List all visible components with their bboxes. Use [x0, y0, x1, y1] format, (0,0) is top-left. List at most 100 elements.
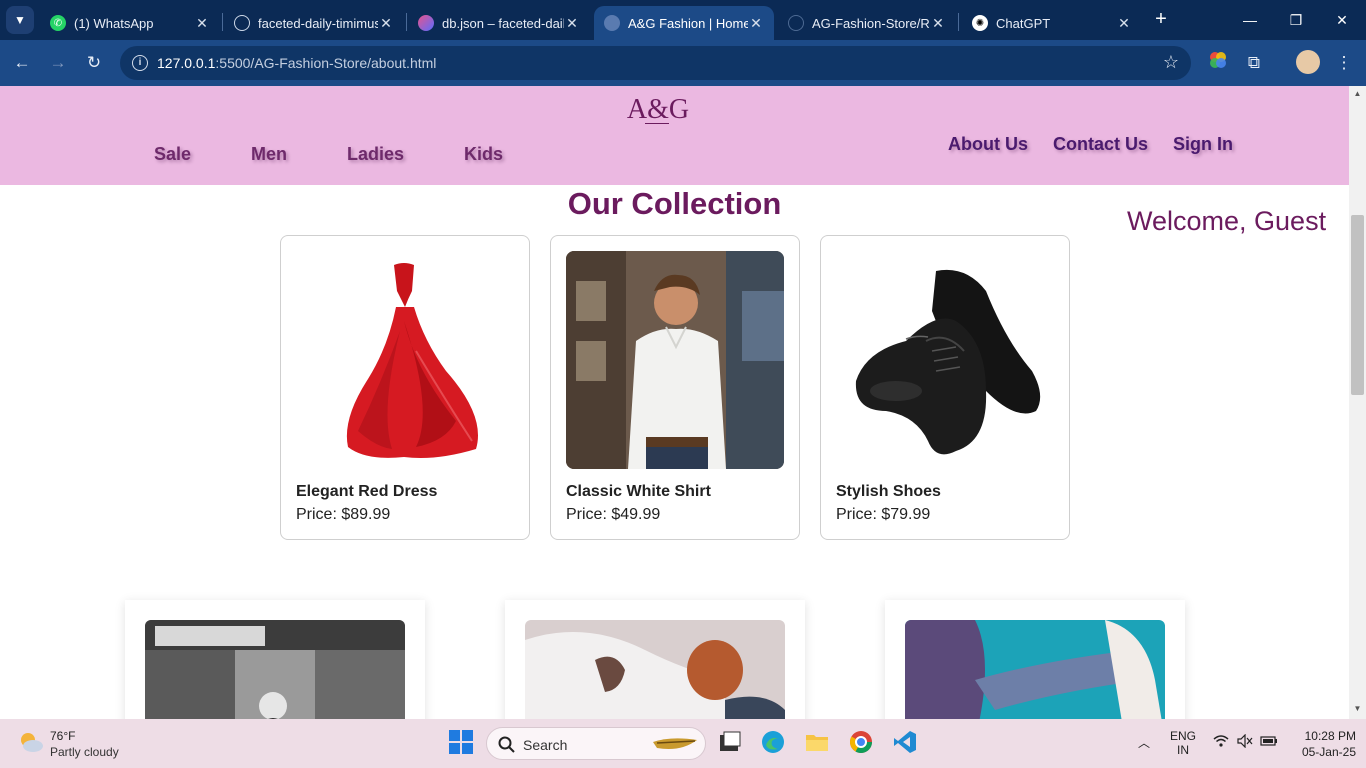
product-card[interactable]: Stylish Shoes Price: $79.99 [820, 235, 1070, 540]
nav-kids[interactable]: Kids [464, 144, 503, 165]
close-icon[interactable]: ✕ [378, 15, 394, 32]
url-text[interactable]: 127.0.0.1:5500/AG-Fashion-Store/about.ht… [157, 55, 436, 71]
chrome-icon[interactable] [848, 729, 876, 757]
close-icon[interactable]: ✕ [748, 15, 764, 32]
nav-contact-us[interactable]: Contact Us [1053, 134, 1148, 155]
tab-db-json[interactable]: db.json – faceted-daily ✕ [408, 6, 590, 40]
clothing-photo [525, 620, 785, 719]
page-viewport: A&G Sale Men Ladies Kids About Us Contac… [0, 86, 1349, 719]
product-name: Stylish Shoes [836, 483, 941, 500]
system-clock[interactable]: 10:28 PM 05-Jan-25 [1286, 728, 1356, 760]
product-card[interactable]: Elegant Red Dress Price: $89.99 [280, 235, 530, 540]
story-card [505, 600, 805, 719]
tab-title: (1) WhatsApp [74, 15, 154, 31]
url-host: 127.0.0.1 [157, 55, 216, 71]
profile-avatar[interactable] [1296, 50, 1320, 74]
bookmark-star-icon[interactable]: ☆ [1163, 52, 1179, 73]
tab-github-repo[interactable]: AG-Fashion-Store/RE ✕ [778, 6, 956, 40]
nav-men[interactable]: Men [251, 144, 287, 165]
vertical-scrollbar[interactable] [1349, 86, 1366, 719]
tab-faceted-daily[interactable]: faceted-daily-timimus ✕ [224, 6, 404, 40]
partly-cloudy-icon[interactable] [18, 730, 44, 754]
extensions-puzzle-icon[interactable]: ⧉ [1242, 51, 1266, 75]
browser-toolbar: ← → ↻ i 127.0.0.1:5500/AG-Fashion-Store/… [0, 40, 1366, 86]
search-highlight-icon [653, 738, 697, 749]
black-shoes-image[interactable] [836, 251, 1054, 469]
taskbar-search-input[interactable]: Search [486, 727, 706, 760]
tab-whatsapp[interactable]: ✆ (1) WhatsApp ✕ [40, 6, 220, 40]
back-button[interactable]: ← [10, 51, 34, 75]
windows-start-icon[interactable] [448, 729, 476, 757]
search-icon [498, 736, 515, 753]
new-tab-button[interactable]: + [1150, 8, 1172, 30]
nav-about-us[interactable]: About Us [948, 134, 1028, 155]
globe-icon [604, 15, 620, 31]
chevron-down-icon: ▼ [14, 13, 26, 27]
product-card[interactable]: Classic White Shirt Price: $49.99 [550, 235, 800, 540]
close-icon[interactable]: ✕ [1116, 15, 1132, 32]
search-placeholder: Search [523, 737, 568, 753]
region-code: IN [1177, 743, 1189, 757]
nav-sale[interactable]: Sale [154, 144, 191, 165]
github-icon [234, 15, 250, 31]
weather-description[interactable]: Partly cloudy [50, 745, 119, 759]
glitch-icon [418, 15, 434, 31]
close-icon[interactable]: ✕ [194, 15, 210, 32]
close-icon[interactable]: ✕ [564, 15, 580, 32]
volume-muted-icon[interactable] [1236, 733, 1254, 751]
site-header: A&G Sale Men Ladies Kids About Us Contac… [0, 86, 1349, 185]
github-icon [788, 15, 804, 31]
scroll-down-arrow-icon[interactable]: ▼ [1351, 704, 1364, 716]
story-card [125, 600, 425, 719]
scrollbar-thumb[interactable] [1351, 215, 1364, 395]
edge-browser-icon[interactable] [760, 729, 788, 757]
tab-separator [406, 13, 407, 31]
tab-title: A&G Fashion | Home [628, 15, 748, 31]
tab-ag-fashion[interactable]: A&G Fashion | Home ✕ [594, 6, 774, 40]
windows-taskbar: 76°F Partly cloudy Search ︿ ENG IN 10:28… [0, 719, 1366, 768]
tab-search-button[interactable]: ▼ [6, 6, 34, 34]
file-explorer-icon[interactable] [804, 729, 832, 757]
url-path: :5500/AG-Fashion-Store/about.html [215, 55, 437, 71]
tab-title: faceted-daily-timimus [258, 15, 378, 31]
product-price: Price: $79.99 [836, 506, 931, 523]
tab-title: ChatGPT [996, 15, 1051, 31]
wifi-icon[interactable] [1212, 734, 1230, 751]
browser-tab-strip: ▼ ✆ (1) WhatsApp ✕ faceted-daily-timimus… [0, 0, 1366, 40]
tab-separator [222, 13, 223, 31]
site-logo[interactable]: A&G [620, 94, 696, 126]
show-hidden-icons-chevron-icon[interactable]: ︿ [1136, 734, 1152, 751]
reload-button[interactable]: ↻ [82, 51, 106, 75]
tab-title: db.json – faceted-daily [442, 15, 564, 31]
product-name: Classic White Shirt [566, 483, 711, 500]
openai-icon: ✺ [972, 15, 988, 31]
language-indicator[interactable]: ENG IN [1166, 729, 1200, 757]
product-price: Price: $89.99 [296, 506, 391, 523]
close-window-button[interactable]: ✕ [1330, 8, 1354, 32]
white-shirt-man-image[interactable] [566, 251, 784, 469]
restore-button[interactable]: ❐ [1284, 8, 1308, 32]
logo-ornament [645, 123, 669, 129]
nav-ladies[interactable]: Ladies [347, 144, 404, 165]
close-icon[interactable]: ✕ [930, 15, 946, 32]
nav-sign-in[interactable]: Sign In [1173, 134, 1233, 155]
color-extension-icon[interactable] [1206, 51, 1230, 75]
task-view-icon[interactable] [716, 729, 744, 757]
red-dress-image[interactable] [296, 251, 514, 469]
scroll-up-arrow-icon[interactable]: ▲ [1351, 89, 1364, 101]
forward-button[interactable]: → [46, 51, 70, 75]
menu-kebab-icon[interactable]: ⋮ [1332, 51, 1356, 75]
site-info-icon[interactable]: i [132, 55, 148, 71]
product-price: Price: $49.99 [566, 506, 661, 523]
weather-temperature[interactable]: 76°F [50, 729, 75, 743]
address-bar[interactable]: i 127.0.0.1:5500/AG-Fashion-Store/about.… [120, 46, 1191, 80]
vscode-icon[interactable] [892, 729, 920, 757]
tab-chatgpt[interactable]: ✺ ChatGPT ✕ [962, 6, 1142, 40]
clock-date: 05-Jan-25 [1301, 745, 1356, 759]
hug-photo [905, 620, 1165, 719]
minimize-button[interactable]: — [1238, 8, 1262, 32]
battery-icon[interactable] [1260, 734, 1278, 751]
vintage-store-photo [145, 620, 405, 719]
story-card [885, 600, 1185, 719]
tab-title: AG-Fashion-Store/RE [812, 15, 930, 31]
